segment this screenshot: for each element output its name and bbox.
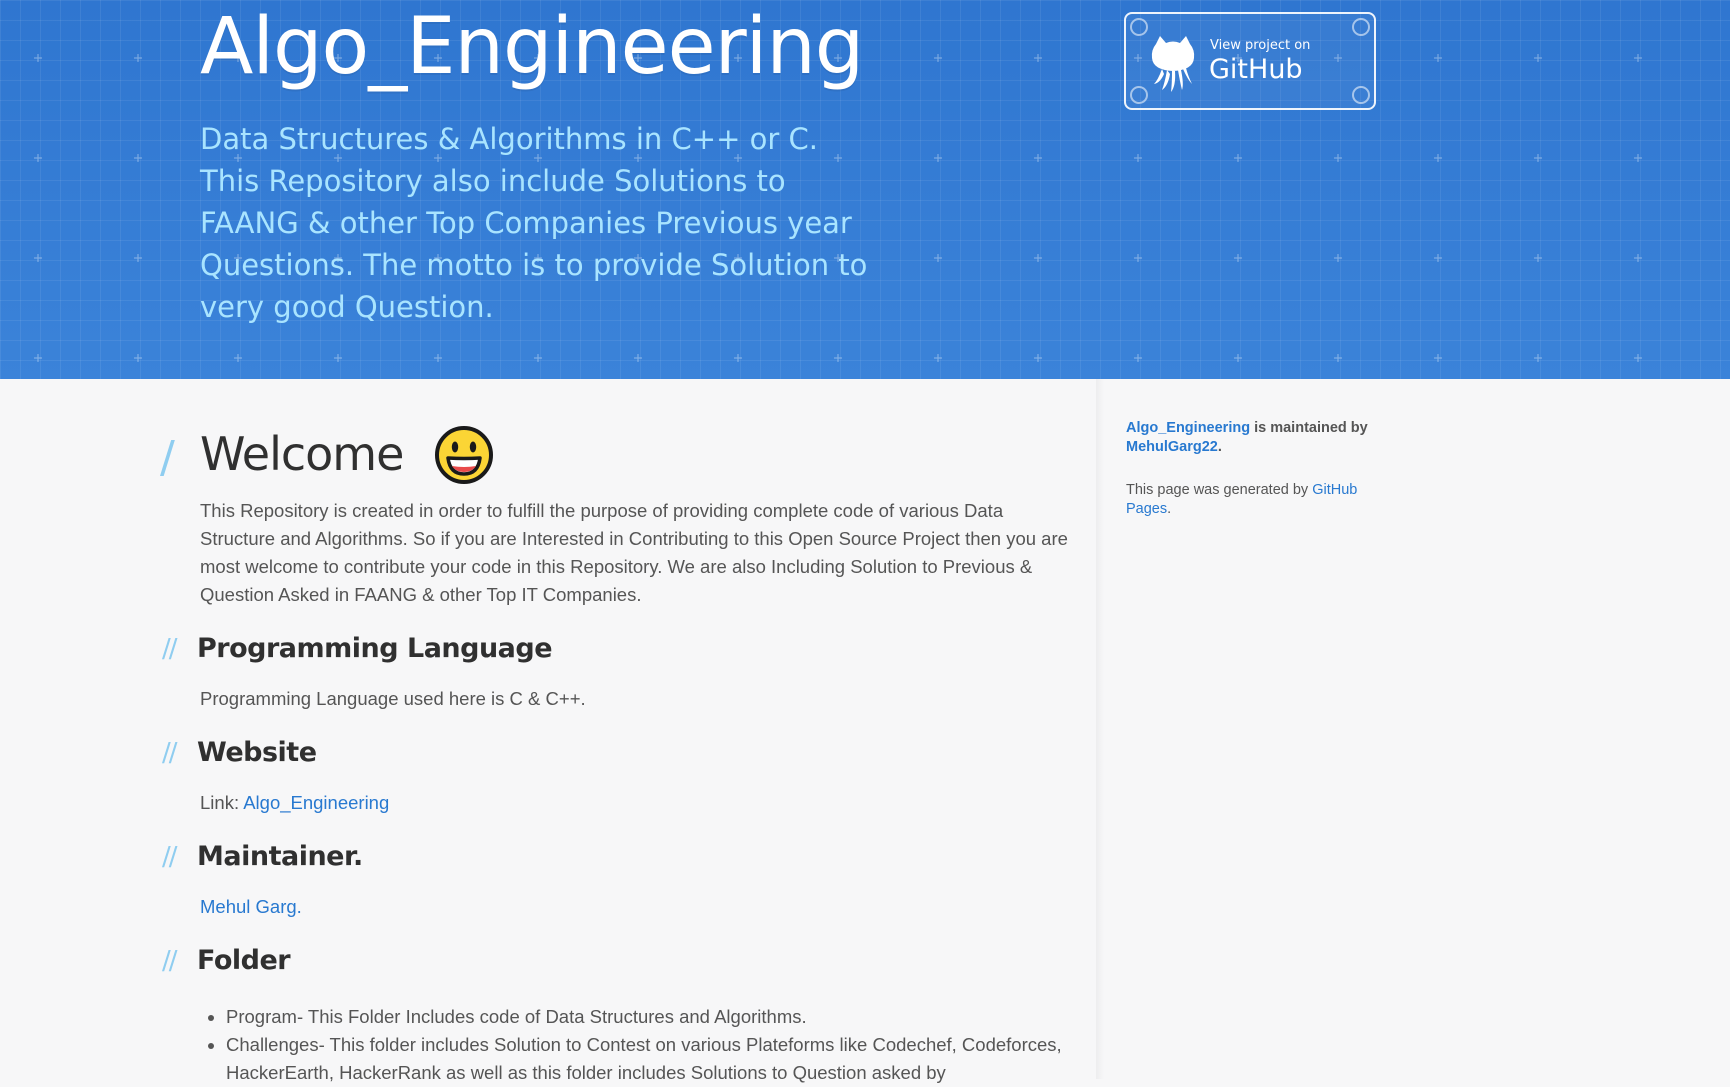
grid-plus-marker — [634, 354, 642, 362]
grid-plus-marker — [134, 54, 142, 62]
repo-link[interactable]: Algo_Engineering — [1126, 420, 1250, 436]
heading-slash-decoration: // — [162, 738, 177, 768]
heading-slash-decoration: / — [160, 432, 175, 483]
grid-plus-marker — [1334, 154, 1342, 162]
maintainer-heading: Maintainer. — [197, 841, 363, 872]
grid-plus-marker — [334, 354, 342, 362]
grid-plus-marker — [1634, 154, 1642, 162]
grid-plus-marker — [534, 354, 542, 362]
corner-ornament — [1130, 18, 1148, 36]
grid-plus-marker — [1334, 354, 1342, 362]
site-tagline: Data Structures & Algorithms in C++ or C… — [200, 122, 868, 324]
grid-plus-marker — [234, 354, 242, 362]
sidebar: Algo_Engineering is maintained by MehulG… — [1126, 419, 1386, 519]
heading-slash-decoration: // — [162, 946, 177, 976]
octocat-icon — [1151, 36, 1195, 92]
grid-plus-marker — [134, 254, 142, 262]
site-title: Algo_Engineering — [200, 2, 864, 92]
heading-slash-decoration: // — [162, 842, 177, 872]
corner-ornament — [1352, 18, 1370, 36]
grid-plus-marker — [1534, 254, 1542, 262]
grid-plus-marker — [1534, 354, 1542, 362]
grid-plus-marker — [134, 154, 142, 162]
grid-plus-marker — [1134, 154, 1142, 162]
grid-plus-marker — [1534, 54, 1542, 62]
site-header: Algo_Engineering Data Structures & Algor… — [0, 0, 1730, 379]
grid-plus-marker — [1534, 154, 1542, 162]
folder-heading: Folder — [197, 945, 291, 976]
grid-plus-marker — [34, 354, 42, 362]
grid-plus-marker — [834, 354, 842, 362]
grid-plus-marker — [34, 254, 42, 262]
website-link[interactable]: Algo_Engineering — [243, 792, 389, 813]
grid-plus-marker — [1434, 354, 1442, 362]
welcome-heading: Welcome — [200, 427, 404, 481]
grid-plus-marker — [1034, 54, 1042, 62]
view-on-github-button[interactable]: View project on GitHub — [1124, 12, 1376, 110]
grid-plus-marker — [34, 154, 42, 162]
grid-plus-marker — [1634, 254, 1642, 262]
grid-plus-marker — [1434, 254, 1442, 262]
grid-plus-marker — [934, 154, 942, 162]
grid-plus-marker — [934, 54, 942, 62]
grid-plus-marker — [1434, 154, 1442, 162]
generated-by-text: This page was generated by GitHub Pages. — [1126, 481, 1386, 519]
grid-plus-marker — [1134, 254, 1142, 262]
grid-plus-marker — [1434, 54, 1442, 62]
website-link-prefix: Link: — [200, 792, 244, 813]
owner-link[interactable]: MehulGarg22 — [1126, 439, 1218, 455]
generated-prefix: This page was generated by — [1126, 482, 1313, 498]
content-divider-shadow — [1096, 379, 1104, 1079]
main-content: / Welcome This Repository is created in … — [0, 379, 1100, 1083]
grid-plus-marker — [1134, 354, 1142, 362]
list-item: Program- This Folder Includes code of Da… — [226, 1003, 1080, 1031]
grid-plus-marker — [1034, 254, 1042, 262]
grid-plus-marker — [1234, 154, 1242, 162]
grid-plus-marker — [134, 354, 142, 362]
grid-plus-marker — [34, 54, 42, 62]
grid-plus-marker — [934, 354, 942, 362]
heading-slash-decoration: // — [162, 634, 177, 664]
grid-plus-marker — [1634, 54, 1642, 62]
owner-suffix: . — [1217, 439, 1222, 455]
programming-language-heading: Programming Language — [197, 633, 553, 664]
smiley-emoji-icon — [435, 426, 493, 484]
corner-ornament — [1352, 86, 1370, 104]
grid-plus-marker — [1234, 354, 1242, 362]
website-heading: Website — [197, 737, 317, 768]
github-badge-small-label: View project on — [1210, 38, 1311, 53]
grid-plus-marker — [434, 354, 442, 362]
grid-plus-marker — [1034, 154, 1042, 162]
maintainer-line: Mehul Garg. — [200, 893, 1070, 921]
corner-ornament — [1130, 86, 1148, 104]
grid-plus-marker — [1634, 354, 1642, 362]
grid-plus-marker — [1234, 254, 1242, 262]
grid-plus-marker — [934, 254, 942, 262]
grid-plus-marker — [734, 354, 742, 362]
folder-list: Program- This Folder Includes code of Da… — [200, 1003, 1080, 1087]
maintained-text: is maintained by — [1250, 420, 1368, 436]
maintainer-link[interactable]: Mehul Garg. — [200, 896, 302, 917]
github-badge-big-label: GitHub — [1209, 54, 1303, 85]
welcome-paragraph: This Repository is created in order to f… — [200, 500, 1068, 605]
programming-language-text: Programming Language used here is C & C+… — [200, 688, 586, 709]
generated-suffix: . — [1167, 501, 1172, 517]
maintained-by-text: Algo_Engineering is maintained by MehulG… — [1126, 419, 1386, 457]
grid-plus-marker — [1334, 254, 1342, 262]
grid-plus-marker — [1034, 354, 1042, 362]
website-link-line: Link: Algo_Engineering — [200, 789, 1070, 817]
